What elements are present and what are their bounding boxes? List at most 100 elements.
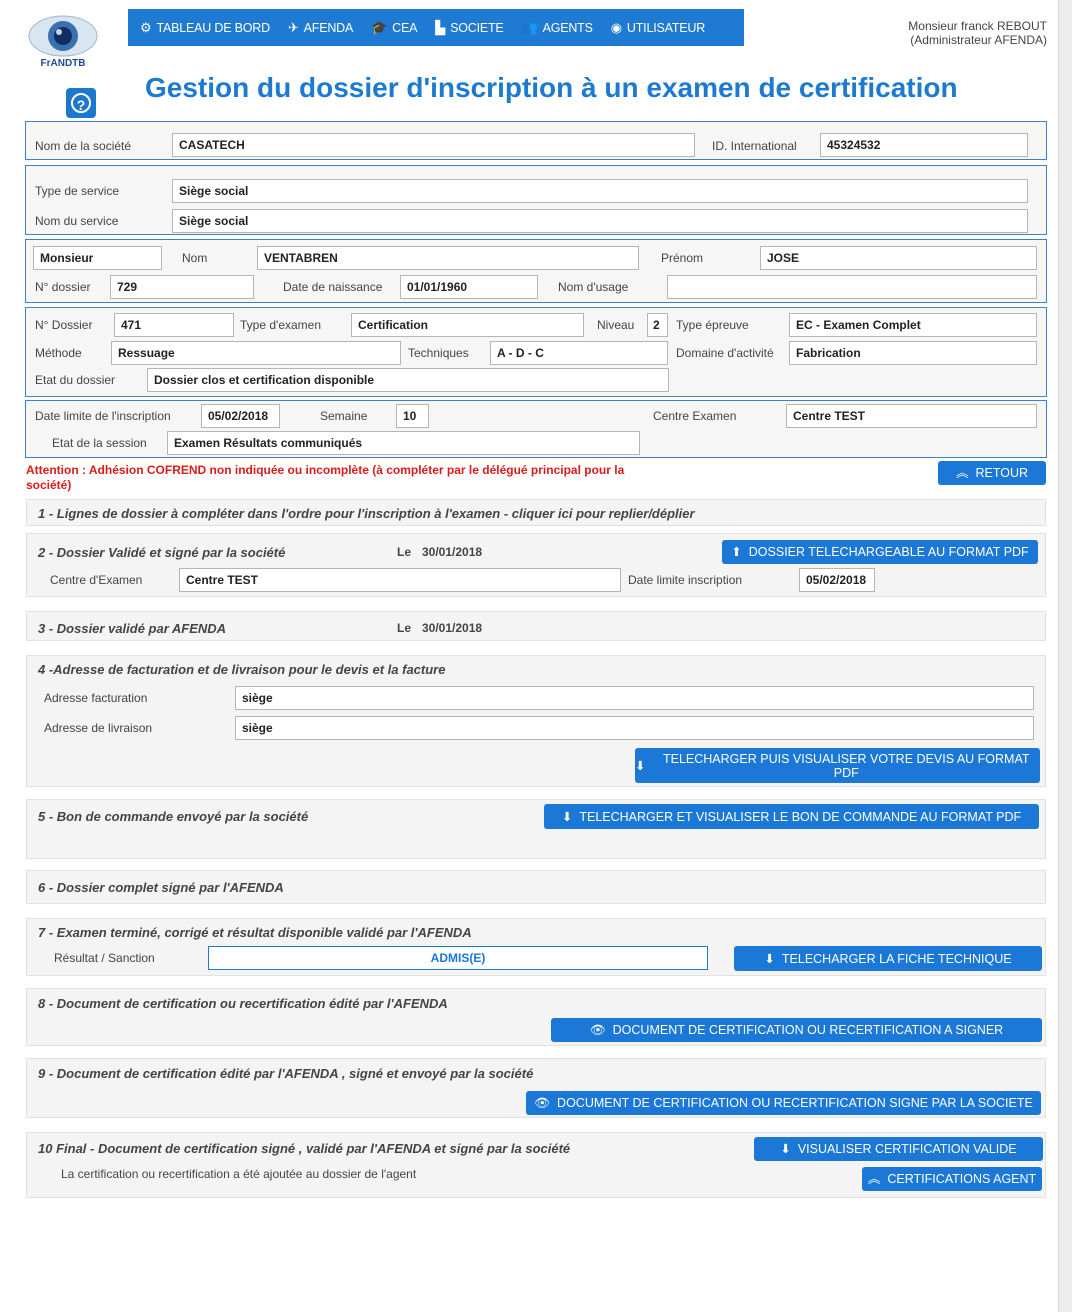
civility-field[interactable]: Monsieur <box>33 246 162 270</box>
dob-label: Date de naissance <box>283 280 383 294</box>
certification-signed-button[interactable]: 👁 DOCUMENT DE CERTIFICATION OU RECERTIFIC… <box>526 1091 1041 1115</box>
logo-text: FrANDTB <box>40 58 86 69</box>
dossier-field[interactable]: 729 <box>110 275 254 299</box>
dob-field[interactable]: 01/01/1960 <box>400 275 538 299</box>
chevron-up-icon: ︽ <box>955 466 969 480</box>
etat-field[interactable]: Dossier clos et certification disponible <box>147 368 669 392</box>
logo <box>26 8 100 90</box>
download-icon: ⬇ <box>561 809 573 824</box>
niveau-label: Niveau <box>597 318 635 332</box>
nav-tableau-de-bord[interactable]: ⚙ TABLEAU DE BORD <box>140 20 270 36</box>
prenom-field[interactable]: JOSE <box>760 246 1037 270</box>
user-info: Monsieur franck REBOUT (Administrateur A… <box>860 19 1047 47</box>
certification-to-sign-button[interactable]: 👁 DOCUMENT DE CERTIFICATION OU RECERTIFIC… <box>551 1018 1042 1042</box>
company-id-field[interactable]: 45324532 <box>820 133 1028 157</box>
chevron-up-icon: ︽ <box>867 1172 881 1186</box>
nav-afenda[interactable]: ✈ AFENDA <box>288 20 353 36</box>
session-state-label: Etat de la session <box>52 436 147 450</box>
retour-label: RETOUR <box>975 466 1029 480</box>
service-name-field[interactable]: Siège social <box>172 209 1028 233</box>
section-7-title: 7 - Examen terminé, corrigé et résultat … <box>38 925 472 940</box>
methode-field[interactable]: Ressuage <box>111 341 401 365</box>
nav-societe[interactable]: ▙ SOCIETE <box>435 20 503 36</box>
dashboard-icon: ⚙ <box>140 19 152 35</box>
result-field: ADMIS(E) <box>208 946 708 970</box>
section-2-centre-label: Centre d'Examen <box>50 573 143 587</box>
company-id-label: ID. International <box>712 139 797 153</box>
company-name-label: Nom de la société <box>35 139 132 153</box>
section-1-title[interactable]: 1 - Lignes de dossier à compléter dans l… <box>38 506 695 521</box>
session-limit-field[interactable]: 05/02/2018 <box>201 404 280 428</box>
section-3-date: 30/01/2018 <box>422 621 483 635</box>
nav-utilisateur[interactable]: ◉ UTILISATEUR <box>611 20 705 36</box>
retour-button[interactable]: ︽ RETOUR <box>938 461 1046 485</box>
company-name-field[interactable]: CASATECH <box>172 133 695 157</box>
nav-label: AGENTS <box>542 20 593 35</box>
niveau-field[interactable]: 2 <box>647 313 668 337</box>
user-role: (Administrateur AFENDA) <box>910 33 1047 47</box>
cofrend-warning: Attention : Adhésion COFREND non indiqué… <box>26 463 625 492</box>
exam-type-field[interactable]: Certification <box>351 313 584 337</box>
nav-label: UTILISATEUR <box>626 20 706 35</box>
dossier-label: N° dossier <box>35 280 91 294</box>
section-3-date-prefix: Le <box>397 621 412 635</box>
nav-cea[interactable]: 🎓 CEA <box>371 20 417 36</box>
week-label: Semaine <box>320 409 368 423</box>
billing-address-field[interactable]: siège <box>235 686 1034 710</box>
eye-icon: 👁 <box>534 1096 551 1110</box>
techniques-label: Techniques <box>408 346 469 360</box>
agent-certifications-button[interactable]: ︽ CERTIFICATIONS AGENT <box>862 1167 1042 1191</box>
nav-label: AFENDA <box>303 20 354 35</box>
section-2-title: 2 - Dossier Validé et signé par la socié… <box>38 545 286 560</box>
top-navbar: ⚙ TABLEAU DE BORD ✈ AFENDA 🎓 CEA ▙ SOCIETE 👥… <box>128 9 744 46</box>
section-2-date-prefix: Le <box>397 545 412 559</box>
domaine-field[interactable]: Fabrication <box>789 341 1037 365</box>
download-tech-sheet-button[interactable]: ⬇ TELECHARGER LA FICHE TECHNIQUE <box>734 946 1042 971</box>
usage-label: Nom d'usage <box>558 280 629 294</box>
view-valid-certification-button[interactable]: ⬇ VISUALISER CERTIFICATION VALIDE <box>754 1137 1043 1161</box>
service-type-label: Type de service <box>35 184 120 198</box>
scrollbar[interactable] <box>1058 0 1072 1312</box>
download-quote-pdf-button[interactable]: ⬇ TELECHARGER PUIS VISUALISER VOTRE DEVIS… <box>635 748 1040 783</box>
session-state-field[interactable]: Examen Résultats communiqués <box>167 431 640 455</box>
download-dossier-pdf-label: DOSSIER TELECHARGEABLE AU FORMAT PDF <box>748 545 1029 559</box>
delivery-address-field[interactable]: siège <box>235 716 1034 740</box>
exam-dossier-field[interactable]: 471 <box>114 313 234 337</box>
question-icon: ? <box>71 93 91 113</box>
section-10-note: La certification ou recertification a ét… <box>61 1167 417 1181</box>
techniques-field[interactable]: A - D - C <box>490 341 668 365</box>
service-type-field[interactable]: Siège social <box>172 179 1028 203</box>
section-2-limit-field[interactable]: 05/02/2018 <box>799 568 875 592</box>
epreuve-field[interactable]: EC - Examen Complet <box>789 313 1037 337</box>
exam-dossier-label: N° Dossier <box>35 318 93 332</box>
section-2-limit-label: Date limite inscription <box>628 573 743 587</box>
section-4-title: 4 -Adresse de facturation et de livraiso… <box>38 662 446 677</box>
upload-icon: ⬆ <box>731 545 742 559</box>
nom-field[interactable]: VENTABREN <box>257 246 639 270</box>
week-field[interactable]: 10 <box>396 404 429 428</box>
methode-label: Méthode <box>35 346 82 360</box>
view-valid-certification-label: VISUALISER CERTIFICATION VALIDE <box>797 1142 1017 1156</box>
nav-agents[interactable]: 👥 AGENTS <box>522 20 593 36</box>
service-name-label: Nom du service <box>35 214 119 228</box>
nom-label: Nom <box>182 251 208 265</box>
section-2-date: 30/01/2018 <box>422 545 483 559</box>
section-2-centre-field[interactable]: Centre TEST <box>179 568 621 592</box>
centre-field[interactable]: Centre TEST <box>786 404 1037 428</box>
download-icon: ⬇ <box>780 1142 791 1156</box>
prenom-label: Prénom <box>661 251 704 265</box>
download-purchase-order-button[interactable]: ⬇ TELECHARGER ET VISUALISER LE BON DE COM… <box>544 804 1039 829</box>
delivery-address-label: Adresse de livraison <box>44 721 153 735</box>
usage-field[interactable] <box>667 275 1037 299</box>
download-quote-pdf-label: TELECHARGER PUIS VISUALISER VOTRE DEVIS … <box>662 751 1030 780</box>
agent-certifications-label: CERTIFICATIONS AGENT <box>887 1172 1037 1186</box>
help-button[interactable]: ? <box>66 88 96 118</box>
plane-icon: ✈ <box>287 19 299 35</box>
exam-type-label: Type d'examen <box>240 318 322 332</box>
result-label: Résultat / Sanction <box>54 951 155 965</box>
billing-address-label: Adresse facturation <box>44 691 148 705</box>
user-circle-icon: ◉ <box>610 19 622 35</box>
epreuve-label: Type épreuve <box>676 318 749 332</box>
download-dossier-pdf-button[interactable]: ⬆ DOSSIER TELECHARGEABLE AU FORMAT PDF <box>722 540 1038 564</box>
etat-label: Etat du dossier <box>35 373 116 387</box>
